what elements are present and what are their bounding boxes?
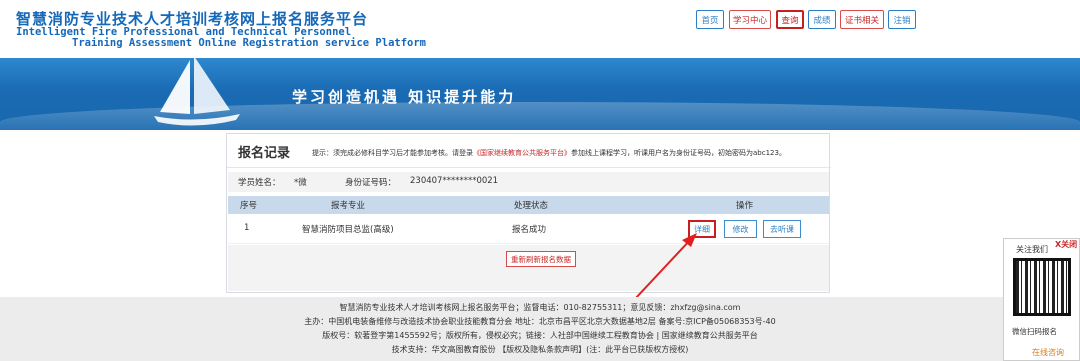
attend-class-button[interactable]: 去听课 xyxy=(763,220,801,238)
registration-records-panel: 报名记录 提示：须完成必修科目学习后才能参加考核。请登录《国家继续教育公共服务平… xyxy=(226,133,831,293)
student-info-row: 学员姓名： *微 身份证号码： 230407********0021 xyxy=(228,172,829,192)
panel-header: 报名记录 提示：须完成必修科目学习后才能参加考核。请登录《国家继续教育公共服务平… xyxy=(227,134,831,168)
row-major: 智慧消防项目总监(高级) xyxy=(302,225,394,235)
nav-query-button[interactable]: 查询 xyxy=(776,10,804,29)
edit-button[interactable]: 修改 xyxy=(724,220,757,238)
refresh-data-button[interactable]: 重新刷新报名数据 xyxy=(506,251,576,267)
qr-popup: 关注我们 X关闭 微信扫码报名 在线咨询 xyxy=(1003,238,1080,361)
row-status: 报名成功 xyxy=(512,225,547,235)
footer-line-2: 主办：中国机电装备维修与改造技术协会职业技能教育分会 地址：北京市昌平区北京大数… xyxy=(304,317,776,326)
page: 智慧消防专业技术人才培训考核网上报名服务平台 Intelligent Fire … xyxy=(0,0,1080,361)
footer-line-1: 智慧消防专业技术人才培训考核网上报名服务平台；监督电话：010-82755311… xyxy=(339,303,741,312)
panel-tip: 提示：须完成必修科目学习后才能参加考核。请登录《国家继续教育公共服务平台》参加线… xyxy=(312,148,786,158)
footer: 智慧消防专业技术人才培训考核网上报名服务平台；监督电话：010-82755311… xyxy=(0,297,1080,361)
tip-prefix: 提示：须完成必修科目学习后才能参加考核。请登录 xyxy=(312,149,473,157)
site-title-en-line2: Training Assessment Online Registration … xyxy=(72,37,427,49)
nav-certificate-button[interactable]: 证书相关 xyxy=(840,10,884,29)
nav-home-button[interactable]: 首页 xyxy=(696,10,724,29)
footer-line-4: 技术支持：华文高图教育股份 【版权及隐私条款声明】(注：此平台已获版权方授权) xyxy=(391,345,689,354)
qr-caption: 微信扫码报名 xyxy=(1012,327,1057,336)
qr-title: 关注我们 xyxy=(1016,245,1048,254)
qr-code-icon xyxy=(1013,258,1071,316)
student-name-label: 学员姓名： xyxy=(238,178,281,188)
tip-suffix: 参加线上课程学习，听课用户名为身份证号码，初始密码为abc123。 xyxy=(571,149,786,157)
id-number-value: 230407********0021 xyxy=(410,176,499,186)
nav-learning-center-button[interactable]: 学习中心 xyxy=(729,10,771,29)
sailboat-logo-icon xyxy=(154,58,240,126)
table-header: 序号 报考专业 处理状态 操作 xyxy=(228,196,829,214)
panel-footer: 重新刷新报名数据 xyxy=(228,245,829,291)
nav-scores-button[interactable]: 成绩 xyxy=(808,10,836,29)
student-name-value: *微 xyxy=(294,178,307,188)
col-index-header: 序号 xyxy=(240,201,258,211)
top-nav: 首页 学习中心 查询 成绩 证书相关 注销 xyxy=(0,10,1080,30)
col-status-header: 处理状态 xyxy=(514,201,549,211)
tip-platform-link[interactable]: 《国家继续教育公共服务平台》 xyxy=(473,149,571,157)
nav-logout-button[interactable]: 注销 xyxy=(888,10,916,29)
id-number-label: 身份证号码： xyxy=(345,178,397,188)
banner-slogan: 学习创造机遇 知识提升能力 xyxy=(292,88,517,106)
online-consult-button[interactable]: 在线咨询 xyxy=(1032,347,1064,358)
col-actions-header: 操作 xyxy=(736,201,754,211)
header: 智慧消防专业技术人才培训考核网上报名服务平台 Intelligent Fire … xyxy=(0,0,1080,56)
panel-title: 报名记录 xyxy=(238,146,291,161)
row-index: 1 xyxy=(244,223,250,233)
footer-line-3: 版权号：软著登字第1455592号；版权所有，侵权必究；链接：人社部中国继续工程… xyxy=(322,331,758,340)
col-major-header: 报考专业 xyxy=(331,201,366,211)
qr-close-button[interactable]: X关闭 xyxy=(1055,239,1077,250)
table-row: 1 智慧消防项目总监(高级) 报名成功 详细 修改 去听课 xyxy=(228,214,829,244)
banner: 学习创造机遇 知识提升能力 xyxy=(0,58,1080,130)
detail-button[interactable]: 详细 xyxy=(688,220,716,238)
